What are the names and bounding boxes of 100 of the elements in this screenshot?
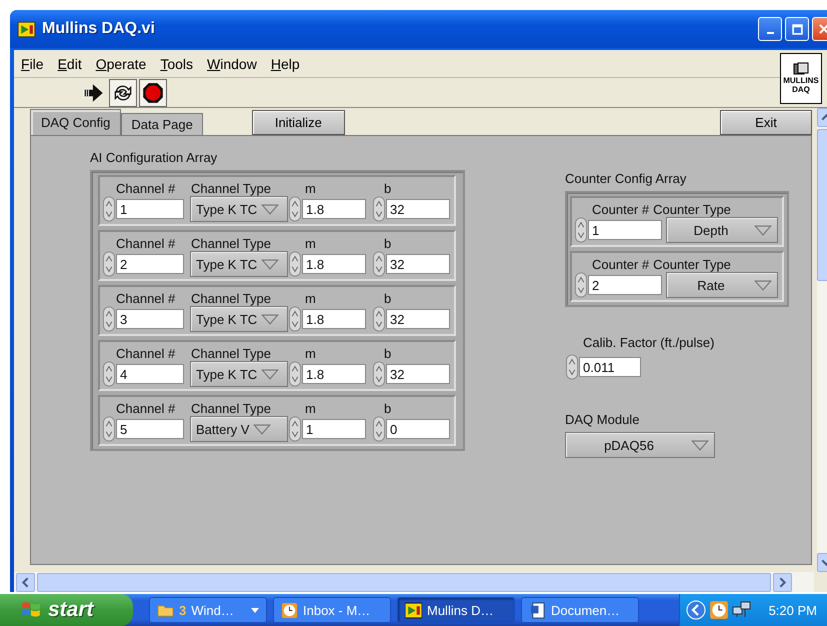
channel-type-dropdown[interactable]: Battery V xyxy=(190,416,288,442)
menu-item[interactable]: Edit xyxy=(58,56,82,72)
channel-label: Channel # xyxy=(116,346,176,361)
counter-type-label: Counter Type xyxy=(653,257,731,272)
m-label: m xyxy=(305,401,317,416)
b-field[interactable]: 0 xyxy=(386,419,450,439)
tab[interactable]: DAQ Config xyxy=(30,109,122,135)
increment-spinner[interactable] xyxy=(288,251,302,277)
increment-spinner[interactable] xyxy=(102,361,116,387)
m-field[interactable]: 1.8 xyxy=(302,254,366,274)
vi-app-icon xyxy=(405,602,422,618)
m-label: m xyxy=(305,346,317,361)
channel-type-dropdown[interactable]: Type K TC xyxy=(190,306,288,332)
taskbar-button[interactable]: Inbox - M… xyxy=(273,597,391,623)
increment-spinner[interactable] xyxy=(565,354,579,380)
m-field[interactable]: 1.8 xyxy=(302,199,366,219)
increment-spinner[interactable] xyxy=(102,306,116,332)
increment-spinner[interactable] xyxy=(574,217,588,243)
tab[interactable]: Data Page xyxy=(121,113,203,135)
close-icon xyxy=(819,24,827,34)
channel-field[interactable]: 1 xyxy=(116,199,184,219)
channel-field[interactable]: 3 xyxy=(116,309,184,329)
calib-factor-field[interactable]: 0.011 xyxy=(579,357,641,377)
window-title: Mullins DAQ.vi xyxy=(42,20,155,38)
channel-type-label: Channel Type xyxy=(191,291,272,306)
array-label: Counter Config Array xyxy=(565,170,686,188)
channel-field[interactable]: 4 xyxy=(116,364,184,384)
increment-spinner[interactable] xyxy=(288,416,302,442)
dropdown-arrow-icon xyxy=(261,314,280,324)
b-field[interactable]: 32 xyxy=(386,199,450,219)
clock-icon[interactable] xyxy=(708,600,729,620)
vi-app-icon xyxy=(18,22,35,36)
scroll-right-icon[interactable] xyxy=(773,572,792,592)
counter-field[interactable]: 2 xyxy=(588,275,662,295)
increment-spinner[interactable] xyxy=(102,416,116,442)
dropdown-arrow-icon xyxy=(261,204,280,214)
increment-spinner[interactable] xyxy=(102,196,116,222)
caret-icon xyxy=(251,608,259,612)
channel-field[interactable]: 5 xyxy=(116,419,184,439)
b-field[interactable]: 32 xyxy=(386,254,450,274)
channel-type-label: Channel Type xyxy=(191,401,272,416)
clock-time: 5:20 PM xyxy=(768,602,817,618)
taskbar-button[interactable]: Mullins D… xyxy=(397,597,515,623)
exit-button[interactable]: Exit xyxy=(720,110,812,135)
channel-type-dropdown[interactable]: Type K TC xyxy=(190,196,288,222)
b-field[interactable]: 32 xyxy=(386,364,450,384)
menu-item[interactable]: File xyxy=(21,56,44,72)
increment-spinner[interactable] xyxy=(288,361,302,387)
counter-type-dropdown[interactable]: Depth xyxy=(666,217,778,243)
m-label: m xyxy=(305,236,317,251)
daq-module-label: DAQ Module xyxy=(565,411,640,429)
increment-spinner[interactable] xyxy=(574,272,588,298)
counter-field[interactable]: 1 xyxy=(588,220,662,240)
taskbar-button[interactable]: 3 Wind… xyxy=(149,597,267,623)
channel-type-label: Channel Type xyxy=(191,346,272,361)
menu-item[interactable]: Help xyxy=(270,56,300,72)
increment-spinner[interactable] xyxy=(288,196,302,222)
network-icon[interactable] xyxy=(732,600,752,620)
m-field[interactable]: 1.8 xyxy=(302,364,366,384)
increment-spinner[interactable] xyxy=(372,416,386,442)
channel-type-dropdown[interactable]: Type K TC xyxy=(190,361,288,387)
b-label: b xyxy=(384,401,392,416)
increment-spinner[interactable] xyxy=(372,306,386,332)
channel-label: Channel # xyxy=(116,291,176,306)
channel-field[interactable]: 2 xyxy=(116,254,184,274)
b-field[interactable]: 32 xyxy=(386,309,450,329)
menu-item[interactable]: Tools xyxy=(160,56,193,72)
dropdown-arrow-icon xyxy=(754,224,772,236)
channel-label: Channel # xyxy=(116,401,176,416)
maximize-button[interactable] xyxy=(785,17,809,41)
menu-item[interactable]: Window xyxy=(207,56,257,72)
increment-spinner[interactable] xyxy=(372,361,386,387)
dropdown-arrow-icon xyxy=(253,424,272,434)
continuous-run-icon[interactable] xyxy=(109,78,137,106)
scroll-left-icon[interactable] xyxy=(16,572,35,592)
minimize-button[interactable] xyxy=(758,17,782,41)
increment-spinner[interactable] xyxy=(102,251,116,277)
horizontal-scrollbar[interactable] xyxy=(14,572,814,592)
channel-type-dropdown[interactable]: Type K TC xyxy=(190,251,288,277)
clock-icon xyxy=(281,602,298,618)
b-label: b xyxy=(384,291,392,306)
dropdown-arrow-icon xyxy=(691,440,709,450)
menu-item[interactable]: Operate xyxy=(96,56,146,72)
dropdown-arrow-icon xyxy=(261,368,280,380)
m-label: m xyxy=(305,291,317,306)
channel-type-label: Channel Type xyxy=(191,181,272,196)
b-label: b xyxy=(384,346,392,361)
daq-module-dropdown[interactable]: pDAQ56 xyxy=(565,432,715,458)
document-icon xyxy=(529,602,546,618)
counter-type-dropdown[interactable]: Rate xyxy=(666,272,778,298)
start-button[interactable]: start xyxy=(0,594,133,626)
m-field[interactable]: 1.8 xyxy=(302,309,366,329)
increment-spinner[interactable] xyxy=(372,196,386,222)
increment-spinner[interactable] xyxy=(372,251,386,277)
initialize-button[interactable]: Initialize xyxy=(252,110,345,135)
taskbar-button[interactable]: Documen… xyxy=(521,597,639,623)
increment-spinner[interactable] xyxy=(288,306,302,332)
abort-stop-icon[interactable] xyxy=(139,78,167,106)
m-field[interactable]: 1 xyxy=(302,419,366,439)
chevron-left-icon[interactable] xyxy=(686,600,706,620)
